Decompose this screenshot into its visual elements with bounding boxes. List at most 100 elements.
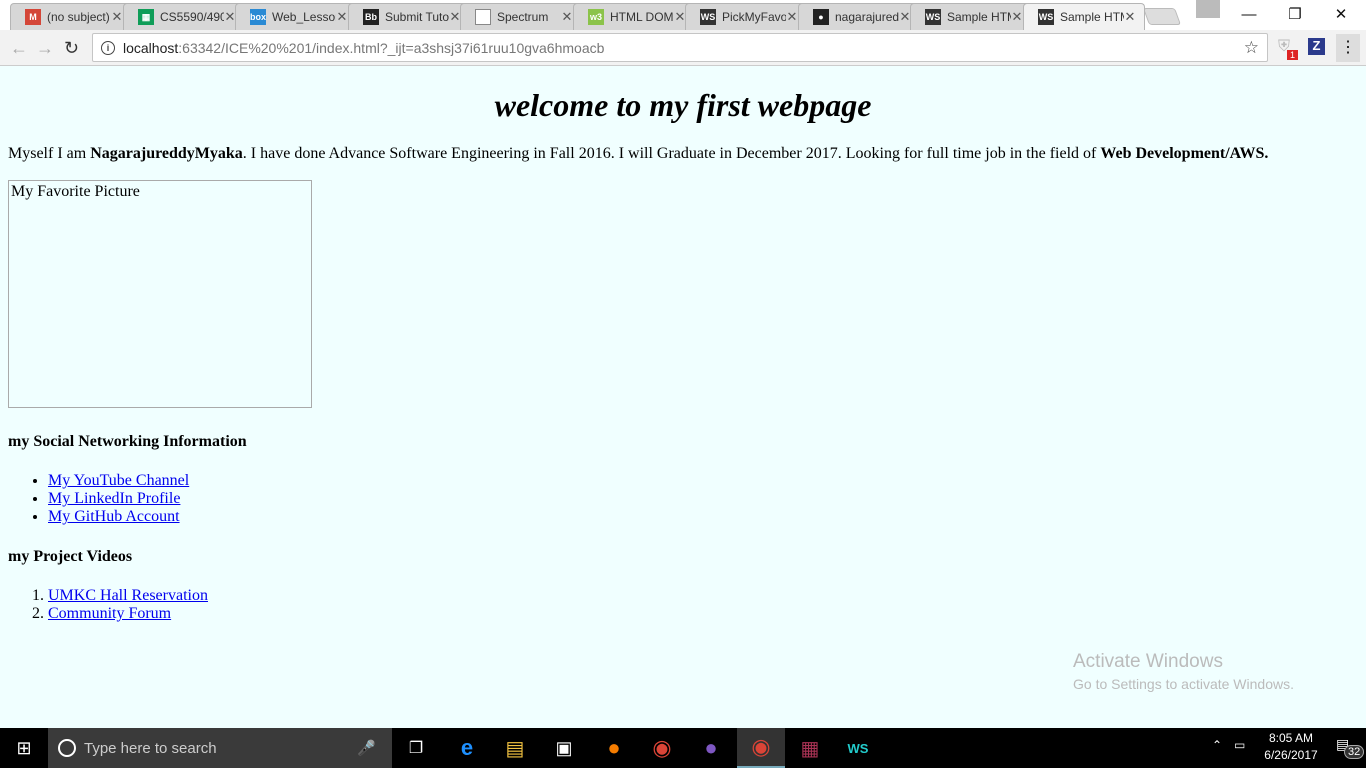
chrome-active-icon[interactable]: ◉	[737, 728, 785, 768]
webstorm-icon[interactable]: WS	[834, 728, 882, 768]
document-icon	[475, 9, 491, 25]
browser-toolbar: ← → ↻ i localhost:63342/ICE%20%201/index…	[0, 30, 1366, 66]
github-link[interactable]: My GitHub Account	[48, 508, 180, 525]
search-placeholder: Type here to search	[84, 739, 217, 757]
webstorm-icon: WS	[700, 9, 716, 25]
bookmark-star-icon[interactable]: ☆	[1244, 38, 1259, 58]
intro-paragraph: Myself I am NagarajureddyMyaka. I have d…	[8, 145, 1268, 163]
address-bar[interactable]: i localhost:63342/ICE%20%201/index.html?…	[92, 33, 1268, 62]
browser-tab[interactable]: box Web_Lesson ✕	[235, 3, 357, 30]
close-tab-icon[interactable]: ✕	[111, 9, 123, 25]
box-icon: box	[250, 9, 266, 25]
social-heading: my Social Networking Information	[8, 433, 247, 450]
minimize-button[interactable]: —	[1226, 0, 1272, 28]
tab-title: Spectrum	[497, 10, 549, 24]
github-icon: ●	[812, 9, 829, 25]
github-desktop-icon[interactable]: ●	[687, 728, 735, 768]
battery-icon[interactable]: ▭	[1234, 738, 1245, 752]
close-tab-icon[interactable]: ✕	[1011, 9, 1023, 25]
url-host: localhost	[123, 39, 179, 56]
close-tab-icon[interactable]: ✕	[899, 9, 911, 25]
intro-text: Myself I am	[8, 145, 91, 162]
page-title: welcome to my first webpage	[494, 87, 872, 123]
sheets-icon: ▦	[137, 9, 154, 25]
webstorm-icon: WS	[1037, 9, 1054, 25]
winrar-icon[interactable]: ▦	[786, 728, 834, 768]
cortana-icon	[58, 739, 76, 757]
menu-icon[interactable]: ⋮	[1336, 34, 1360, 62]
reload-button[interactable]: ↻	[64, 38, 79, 59]
browser-tab[interactable]: WS PickMyFavorite ✕	[685, 3, 807, 30]
taskbar-search[interactable]: Type here to search 🎤	[48, 728, 392, 768]
youtube-link[interactable]: My YouTube Channel	[48, 472, 189, 489]
linkedin-link[interactable]: My LinkedIn Profile	[48, 490, 180, 507]
image-alt-text: My Favorite Picture	[11, 183, 140, 200]
close-tab-icon[interactable]: ✕	[336, 9, 348, 25]
tab-title: Submit Tutorial	[384, 10, 449, 24]
web-page: welcome to my first webpage Myself I am …	[0, 66, 1366, 728]
browser-tab[interactable]: Bb Submit Tutorial ✕	[347, 3, 470, 30]
edge-icon[interactable]: e	[443, 728, 491, 768]
close-tab-icon[interactable]: ✕	[449, 9, 461, 25]
browser-tab[interactable]: ● nagarajureddy ✕	[797, 3, 920, 30]
tab-title: nagarajureddy	[834, 10, 899, 24]
blackboard-icon: Bb	[362, 9, 379, 25]
tab-title: PickMyFavorite	[722, 10, 786, 24]
restore-button[interactable]: ❐	[1272, 0, 1318, 28]
browser-tab[interactable]: WS Sample HTML ✕	[910, 3, 1032, 30]
profile-icon[interactable]	[1196, 0, 1220, 18]
file-explorer-icon[interactable]: ▤	[491, 728, 539, 768]
system-tray: ⌃ ▭ 8:05 AM 6/26/2017 ▤ 32	[1206, 728, 1366, 768]
project-link-umkc[interactable]: UMKC Hall Reservation	[48, 587, 208, 604]
watermark-subtitle: Go to Settings to activate Windows.	[1073, 676, 1294, 692]
browser-tab[interactable]: w3 HTML DOM ✕	[572, 3, 695, 30]
tab-title: CS5590/490	[159, 10, 224, 24]
projects-heading: my Project Videos	[8, 548, 133, 565]
close-tab-icon[interactable]: ✕	[674, 9, 686, 25]
job-field: Web Development/AWS.	[1100, 145, 1269, 162]
activation-watermark: Activate Windows Go to Settings to activ…	[1073, 651, 1294, 692]
browser-tab[interactable]: M (no subject) ✕	[10, 3, 132, 30]
browser-tab[interactable]: Spectrum ✕	[460, 3, 582, 30]
browser-tab[interactable]: ▦ CS5590/490 ✕	[122, 3, 245, 30]
project-link-forum[interactable]: Community Forum	[48, 605, 171, 622]
info-icon[interactable]: i	[101, 40, 115, 55]
tab-title: Sample HTML	[1059, 10, 1124, 24]
extension-badge: 1	[1287, 50, 1299, 60]
task-view-icon[interactable]: ❐	[392, 728, 440, 768]
project-links-list: UMKC Hall Reservation Community Forum	[48, 587, 208, 623]
gmail-icon: M	[25, 9, 41, 25]
author-name: NagarajureddyMyaka	[90, 145, 243, 162]
firefox-icon[interactable]: ●	[590, 728, 638, 768]
w3schools-icon: w3	[587, 9, 604, 25]
watermark-title: Activate Windows	[1073, 651, 1223, 672]
close-tab-icon[interactable]: ✕	[561, 9, 573, 25]
tab-strip: M (no subject) ✕ ▦ CS5590/490 ✕ box Web_Lesson ✕…	[0, 0, 1366, 30]
forward-button[interactable]: →	[36, 38, 54, 59]
back-button[interactable]: ←	[10, 38, 28, 59]
tab-title: HTML DOM	[609, 10, 674, 24]
show-hidden-icons[interactable]: ⌃	[1212, 738, 1222, 752]
webstorm-icon: WS	[925, 9, 941, 25]
clock[interactable]: 8:05 AM 6/26/2017	[1256, 731, 1326, 762]
clock-date: 6/26/2017	[1264, 748, 1318, 762]
browser-tab[interactable]: WS Sample HTML ✕	[1022, 3, 1145, 30]
tab-title: Web_Lesson	[272, 10, 336, 24]
z-extension-icon[interactable]: Z	[1308, 38, 1325, 55]
close-window-button[interactable]: ✕	[1318, 0, 1364, 28]
new-tab-button[interactable]	[1142, 8, 1182, 25]
taskbar: ⊞ Type here to search 🎤 ❐ e ▤ ▣ ● ◉ ● ◉ …	[0, 728, 1366, 768]
url-path: :63342/ICE%20%201/index.html?_ijt=a3shsj…	[178, 39, 605, 56]
broken-image: My Favorite Picture	[8, 180, 312, 408]
start-button[interactable]: ⊞	[0, 728, 48, 768]
clock-time: 8:05 AM	[1268, 731, 1314, 745]
microphone-icon[interactable]: 🎤	[357, 739, 376, 757]
close-tab-icon[interactable]: ✕	[1124, 9, 1136, 25]
intro-text: . I have done Advance Software Engineeri…	[242, 145, 1101, 162]
close-tab-icon[interactable]: ✕	[786, 9, 798, 25]
social-links-list: My YouTube Channel My LinkedIn Profile M…	[48, 472, 189, 526]
store-icon[interactable]: ▣	[540, 728, 588, 768]
tab-title: (no subject)	[47, 10, 110, 24]
close-tab-icon[interactable]: ✕	[224, 9, 236, 25]
chrome-icon[interactable]: ◉	[638, 728, 686, 768]
